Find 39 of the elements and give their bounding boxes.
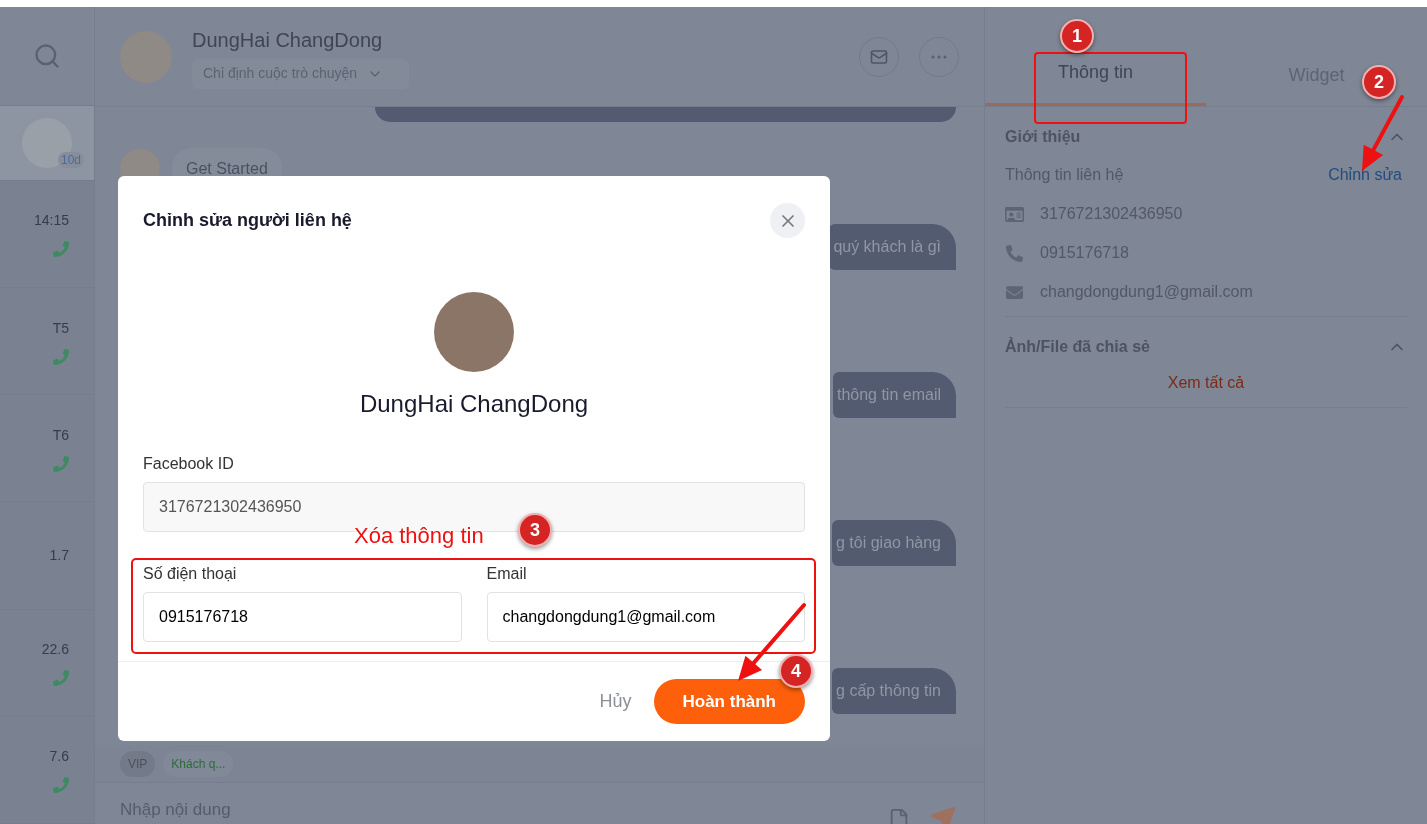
view-all-link[interactable]: Xem tất cả	[1167, 371, 1245, 395]
conversation-item[interactable]: 14:15	[0, 180, 94, 288]
id-card-icon	[1005, 205, 1024, 223]
close-button[interactable]	[770, 203, 805, 238]
phone-icon	[1005, 244, 1024, 262]
file-icon[interactable]	[888, 808, 910, 824]
input-field[interactable]: 0915176718	[143, 592, 462, 642]
field-label: Số điện thoại	[143, 564, 238, 584]
phone-icon	[53, 670, 69, 687]
edit-link[interactable]: Chỉnh sửa	[1328, 163, 1407, 187]
phone-icon	[53, 777, 69, 794]
field-label: Email	[486, 564, 528, 584]
dialog-title: Chỉnh sửa người liên hệ	[143, 209, 352, 232]
conversation-item[interactable]: 7.6	[0, 716, 94, 824]
input-field[interactable]: changdongdung1@gmail.com	[486, 592, 805, 642]
conversation-item[interactable]: 1.7	[0, 502, 94, 610]
contact-name: DungHai ChangDong	[192, 27, 384, 53]
step-marker: 1	[1060, 19, 1094, 53]
step-marker: 2	[1362, 65, 1396, 99]
phone-icon	[53, 455, 69, 472]
search-icon[interactable]	[33, 42, 61, 71]
conversation-item[interactable]: T5	[0, 287, 94, 396]
envelope-icon	[1005, 283, 1024, 301]
tag: Khách q...	[163, 750, 234, 777]
message-bubble: g cấp thông tin	[832, 668, 956, 714]
field-label: Facebook ID	[143, 454, 235, 474]
submit-button[interactable]: Hoàn thành	[653, 679, 805, 724]
phone-icon	[53, 241, 69, 258]
contact-name: DungHai ChangDong	[359, 389, 589, 419]
message-bubble: thông tin email	[832, 372, 956, 418]
conversation-item[interactable]: 10d	[0, 106, 94, 181]
mail-icon	[870, 47, 888, 66]
message-bubble: g tôi giao hàng	[832, 520, 956, 566]
cancel-button[interactable]: Hủy	[599, 688, 632, 715]
phone-icon	[53, 348, 69, 365]
more-icon	[931, 54, 947, 59]
conversation-item[interactable]: 22.6	[0, 609, 94, 717]
conversation-item[interactable]: T6	[0, 395, 94, 503]
message-bubble: quý khách là gì	[829, 224, 956, 270]
